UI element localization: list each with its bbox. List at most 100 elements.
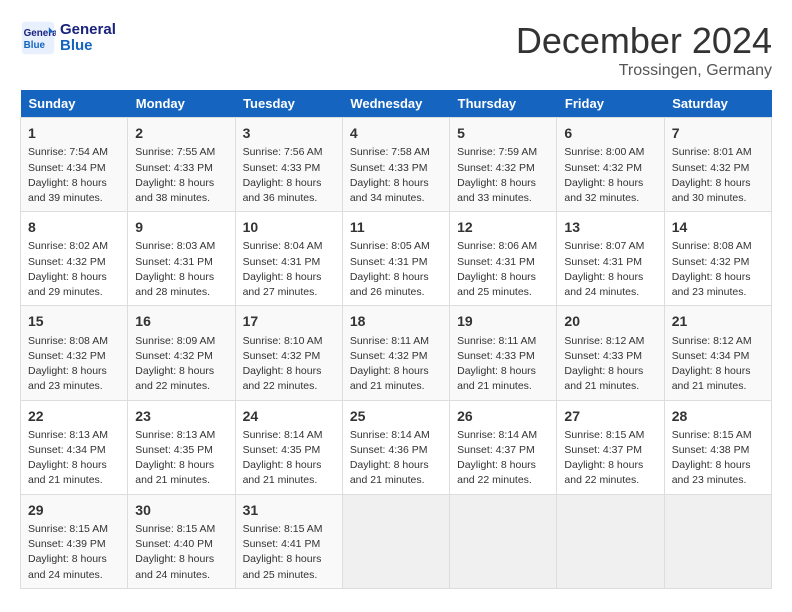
day-number: 19 bbox=[457, 311, 549, 331]
calendar-week-row: 8Sunrise: 8:02 AMSunset: 4:32 PMDaylight… bbox=[21, 212, 772, 306]
day-number: 3 bbox=[243, 123, 335, 143]
calendar-week-row: 15 Sunrise: 8:08 AMSunset: 4:32 PMDayligh… bbox=[21, 306, 772, 400]
day-info: Sunrise: 8:09 AMSunset: 4:32 PMDaylight:… bbox=[135, 334, 227, 395]
day-number: 17 bbox=[243, 311, 335, 331]
calendar-cell: 9Sunrise: 8:03 AMSunset: 4:31 PMDaylight… bbox=[128, 212, 235, 306]
day-info: Sunrise: 8:14 AMSunset: 4:37 PMDaylight:… bbox=[457, 428, 549, 489]
calendar-cell bbox=[664, 494, 771, 588]
day-number: 18 bbox=[350, 311, 442, 331]
logo-text-blue: Blue bbox=[60, 38, 116, 55]
logo: General Blue General Blue bbox=[20, 20, 116, 56]
location: Trossingen, Germany bbox=[516, 62, 772, 80]
calendar-week-row: 29Sunrise: 8:15 AMSunset: 4:39 PMDayligh… bbox=[21, 494, 772, 588]
calendar-cell bbox=[450, 494, 557, 588]
calendar-cell: 16 Sunrise: 8:09 AMSunset: 4:32 PMDayligh… bbox=[128, 306, 235, 400]
calendar-cell: 10Sunrise: 8:04 AMSunset: 4:31 PMDayligh… bbox=[235, 212, 342, 306]
svg-text:Blue: Blue bbox=[24, 40, 46, 51]
day-number: 27 bbox=[564, 406, 656, 426]
calendar-cell: 21 Sunrise: 8:12 AMSunset: 4:34 PMDayligh… bbox=[664, 306, 771, 400]
day-number: 15 bbox=[28, 311, 120, 331]
day-number: 8 bbox=[28, 217, 120, 237]
day-info: Sunrise: 8:00 AMSunset: 4:32 PMDaylight:… bbox=[564, 145, 656, 206]
day-info: Sunrise: 8:11 AMSunset: 4:33 PMDaylight:… bbox=[457, 334, 549, 395]
calendar-cell: 28Sunrise: 8:15 AMSunset: 4:38 PMDayligh… bbox=[664, 400, 771, 494]
col-header-thursday: Thursday bbox=[450, 90, 557, 118]
calendar-cell: 8Sunrise: 8:02 AMSunset: 4:32 PMDaylight… bbox=[21, 212, 128, 306]
month-title: December 2024 bbox=[516, 20, 772, 62]
day-info: Sunrise: 8:13 AMSunset: 4:34 PMDaylight:… bbox=[28, 428, 120, 489]
calendar-cell: 1Sunrise: 7:54 AMSunset: 4:34 PMDaylight… bbox=[21, 118, 128, 212]
day-info: Sunrise: 8:14 AMSunset: 4:35 PMDaylight:… bbox=[243, 428, 335, 489]
day-info: Sunrise: 8:05 AMSunset: 4:31 PMDaylight:… bbox=[350, 239, 442, 300]
day-info: Sunrise: 8:03 AMSunset: 4:31 PMDaylight:… bbox=[135, 239, 227, 300]
day-number: 6 bbox=[564, 123, 656, 143]
col-header-saturday: Saturday bbox=[664, 90, 771, 118]
day-number: 7 bbox=[672, 123, 764, 143]
day-number: 22 bbox=[28, 406, 120, 426]
day-number: 11 bbox=[350, 217, 442, 237]
calendar-week-row: 22Sunrise: 8:13 AMSunset: 4:34 PMDayligh… bbox=[21, 400, 772, 494]
day-info: Sunrise: 7:56 AMSunset: 4:33 PMDaylight:… bbox=[243, 145, 335, 206]
day-number: 9 bbox=[135, 217, 227, 237]
calendar-cell: 14Sunrise: 8:08 AMSunset: 4:32 PMDayligh… bbox=[664, 212, 771, 306]
day-number: 13 bbox=[564, 217, 656, 237]
day-number: 10 bbox=[243, 217, 335, 237]
title-block: December 2024 Trossingen, Germany bbox=[516, 20, 772, 80]
calendar-cell: 24Sunrise: 8:14 AMSunset: 4:35 PMDayligh… bbox=[235, 400, 342, 494]
day-info: Sunrise: 7:55 AMSunset: 4:33 PMDaylight:… bbox=[135, 145, 227, 206]
day-number: 23 bbox=[135, 406, 227, 426]
day-info: Sunrise: 8:08 AMSunset: 4:32 PMDaylight:… bbox=[672, 239, 764, 300]
day-info: Sunrise: 7:59 AMSunset: 4:32 PMDaylight:… bbox=[457, 145, 549, 206]
day-info: Sunrise: 8:01 AMSunset: 4:32 PMDaylight:… bbox=[672, 145, 764, 206]
day-number: 12 bbox=[457, 217, 549, 237]
calendar-cell: 26Sunrise: 8:14 AMSunset: 4:37 PMDayligh… bbox=[450, 400, 557, 494]
day-number: 14 bbox=[672, 217, 764, 237]
day-number: 2 bbox=[135, 123, 227, 143]
day-info: Sunrise: 8:08 AMSunset: 4:32 PMDaylight:… bbox=[28, 334, 120, 395]
day-info: Sunrise: 8:07 AMSunset: 4:31 PMDaylight:… bbox=[564, 239, 656, 300]
calendar-cell: 27Sunrise: 8:15 AMSunset: 4:37 PMDayligh… bbox=[557, 400, 664, 494]
day-info: Sunrise: 8:12 AMSunset: 4:34 PMDaylight:… bbox=[672, 334, 764, 395]
col-header-friday: Friday bbox=[557, 90, 664, 118]
day-number: 1 bbox=[28, 123, 120, 143]
day-info: Sunrise: 8:15 AMSunset: 4:41 PMDaylight:… bbox=[243, 522, 335, 583]
col-header-monday: Monday bbox=[128, 90, 235, 118]
calendar-header-row: SundayMondayTuesdayWednesdayThursdayFrid… bbox=[21, 90, 772, 118]
day-number: 26 bbox=[457, 406, 549, 426]
day-number: 16 bbox=[135, 311, 227, 331]
calendar-cell: 25Sunrise: 8:14 AMSunset: 4:36 PMDayligh… bbox=[342, 400, 449, 494]
calendar-table: SundayMondayTuesdayWednesdayThursdayFrid… bbox=[20, 90, 772, 589]
day-info: Sunrise: 8:12 AMSunset: 4:33 PMDaylight:… bbox=[564, 334, 656, 395]
col-header-wednesday: Wednesday bbox=[342, 90, 449, 118]
calendar-cell: 19 Sunrise: 8:11 AMSunset: 4:33 PMDayligh… bbox=[450, 306, 557, 400]
day-number: 28 bbox=[672, 406, 764, 426]
calendar-cell: 29Sunrise: 8:15 AMSunset: 4:39 PMDayligh… bbox=[21, 494, 128, 588]
calendar-cell: 11Sunrise: 8:05 AMSunset: 4:31 PMDayligh… bbox=[342, 212, 449, 306]
calendar-week-row: 1Sunrise: 7:54 AMSunset: 4:34 PMDaylight… bbox=[21, 118, 772, 212]
day-number: 21 bbox=[672, 311, 764, 331]
day-info: Sunrise: 8:15 AMSunset: 4:39 PMDaylight:… bbox=[28, 522, 120, 583]
day-info: Sunrise: 8:13 AMSunset: 4:35 PMDaylight:… bbox=[135, 428, 227, 489]
day-info: Sunrise: 8:15 AMSunset: 4:37 PMDaylight:… bbox=[564, 428, 656, 489]
calendar-cell: 7Sunrise: 8:01 AMSunset: 4:32 PMDaylight… bbox=[664, 118, 771, 212]
day-info: Sunrise: 8:15 AMSunset: 4:40 PMDaylight:… bbox=[135, 522, 227, 583]
day-number: 30 bbox=[135, 500, 227, 520]
calendar-cell: 3Sunrise: 7:56 AMSunset: 4:33 PMDaylight… bbox=[235, 118, 342, 212]
col-header-sunday: Sunday bbox=[21, 90, 128, 118]
calendar-cell: 18 Sunrise: 8:11 AMSunset: 4:32 PMDayligh… bbox=[342, 306, 449, 400]
calendar-cell: 13Sunrise: 8:07 AMSunset: 4:31 PMDayligh… bbox=[557, 212, 664, 306]
calendar-cell: 30Sunrise: 8:15 AMSunset: 4:40 PMDayligh… bbox=[128, 494, 235, 588]
calendar-cell: 17 Sunrise: 8:10 AMSunset: 4:32 PMDayligh… bbox=[235, 306, 342, 400]
day-info: Sunrise: 8:11 AMSunset: 4:32 PMDaylight:… bbox=[350, 334, 442, 395]
day-info: Sunrise: 8:02 AMSunset: 4:32 PMDaylight:… bbox=[28, 239, 120, 300]
page-header: General Blue General Blue December 2024 … bbox=[20, 20, 772, 80]
calendar-cell: 6Sunrise: 8:00 AMSunset: 4:32 PMDaylight… bbox=[557, 118, 664, 212]
day-info: Sunrise: 8:10 AMSunset: 4:32 PMDaylight:… bbox=[243, 334, 335, 395]
calendar-cell: 22Sunrise: 8:13 AMSunset: 4:34 PMDayligh… bbox=[21, 400, 128, 494]
day-number: 4 bbox=[350, 123, 442, 143]
calendar-cell bbox=[557, 494, 664, 588]
calendar-cell: 31Sunrise: 8:15 AMSunset: 4:41 PMDayligh… bbox=[235, 494, 342, 588]
day-info: Sunrise: 8:14 AMSunset: 4:36 PMDaylight:… bbox=[350, 428, 442, 489]
calendar-cell: 4Sunrise: 7:58 AMSunset: 4:33 PMDaylight… bbox=[342, 118, 449, 212]
col-header-tuesday: Tuesday bbox=[235, 90, 342, 118]
